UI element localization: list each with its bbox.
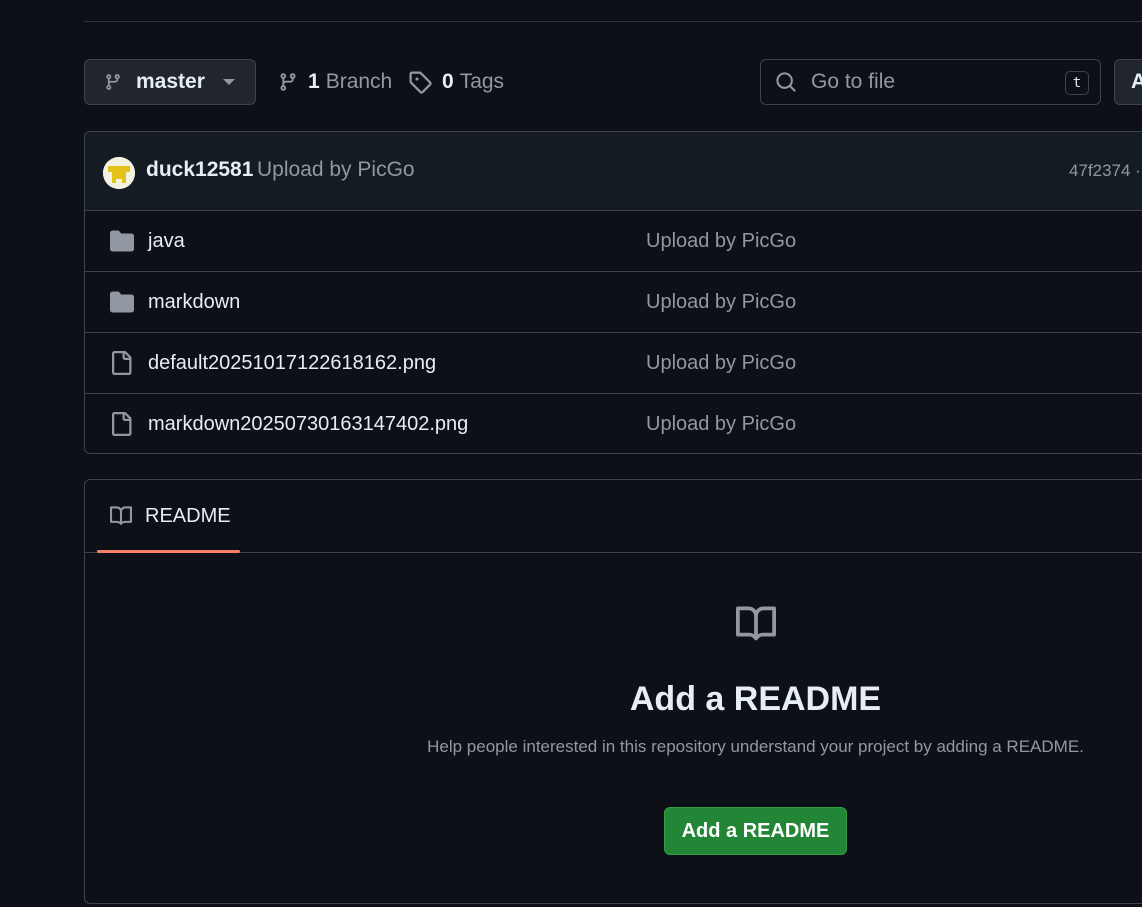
search-icon bbox=[776, 72, 796, 92]
tab-readme[interactable]: README bbox=[97, 480, 240, 553]
book-icon bbox=[736, 606, 777, 641]
add-file-button[interactable]: A bbox=[1114, 59, 1142, 105]
avatar-image bbox=[103, 157, 135, 189]
active-tab-underline bbox=[97, 550, 240, 553]
readme-tab-label: README bbox=[145, 505, 231, 527]
avatar[interactable] bbox=[103, 157, 135, 189]
file-name[interactable]: java bbox=[148, 230, 185, 253]
folder-icon bbox=[110, 230, 134, 252]
commit-message[interactable]: Upload by PicGo bbox=[257, 158, 415, 182]
file-icon bbox=[112, 351, 132, 375]
commit-author[interactable]: duck12581 bbox=[146, 158, 253, 182]
tags-link[interactable]: 0 Tags bbox=[408, 59, 504, 105]
add-readme-button[interactable]: Add a README bbox=[664, 807, 847, 855]
keyboard-shortcut-hint: t bbox=[1065, 71, 1089, 95]
file-commit-message[interactable]: Upload by PicGo bbox=[646, 230, 796, 253]
empty-readme-description: Help people interested in this repositor… bbox=[427, 737, 1084, 756]
commit-hash[interactable]: 47f2374 · bbox=[1069, 161, 1141, 181]
git-branch-icon bbox=[106, 74, 120, 90]
file-list: duck12581 Upload by PicGo 47f2374 · java… bbox=[84, 131, 1142, 454]
tag-count: 0 bbox=[442, 70, 454, 93]
tag-label: Tags bbox=[459, 70, 505, 93]
file-icon bbox=[112, 412, 132, 436]
branch-count: 1 bbox=[308, 70, 320, 93]
file-name[interactable]: markdown20250730163147402.png bbox=[148, 413, 468, 436]
book-icon bbox=[110, 506, 133, 525]
branches-link[interactable]: 1 Branch bbox=[278, 59, 392, 105]
caret-down-icon bbox=[222, 79, 235, 85]
file-row[interactable]: markdown20250730163147402.png Upload by … bbox=[85, 394, 1142, 453]
folder-icon bbox=[110, 291, 134, 313]
file-row[interactable]: java Upload by PicGo bbox=[85, 211, 1142, 272]
branch-label: Branch bbox=[325, 70, 393, 93]
go-to-file-search[interactable]: t bbox=[760, 59, 1101, 105]
readme-header: README bbox=[85, 480, 1142, 553]
top-divider bbox=[84, 21, 1142, 22]
branch-name: master bbox=[136, 70, 205, 93]
file-commit-message[interactable]: Upload by PicGo bbox=[646, 413, 796, 436]
search-input[interactable] bbox=[809, 69, 1053, 95]
file-row[interactable]: markdown Upload by PicGo bbox=[85, 272, 1142, 333]
empty-readme-title: Add a README bbox=[629, 680, 882, 718]
branch-selector-button[interactable]: master bbox=[84, 59, 256, 105]
file-name[interactable]: default20251017122618162.png bbox=[148, 352, 436, 375]
readme-panel: README Add a README Help people interest… bbox=[84, 479, 1142, 904]
git-branch-icon bbox=[280, 73, 296, 91]
latest-commit-bar: duck12581 Upload by PicGo 47f2374 · bbox=[85, 132, 1142, 211]
file-name[interactable]: markdown bbox=[148, 291, 240, 314]
file-commit-message[interactable]: Upload by PicGo bbox=[646, 291, 796, 314]
file-row[interactable]: default20251017122618162.png Upload by P… bbox=[85, 333, 1142, 394]
tag-icon bbox=[409, 71, 432, 94]
file-commit-message[interactable]: Upload by PicGo bbox=[646, 352, 796, 375]
